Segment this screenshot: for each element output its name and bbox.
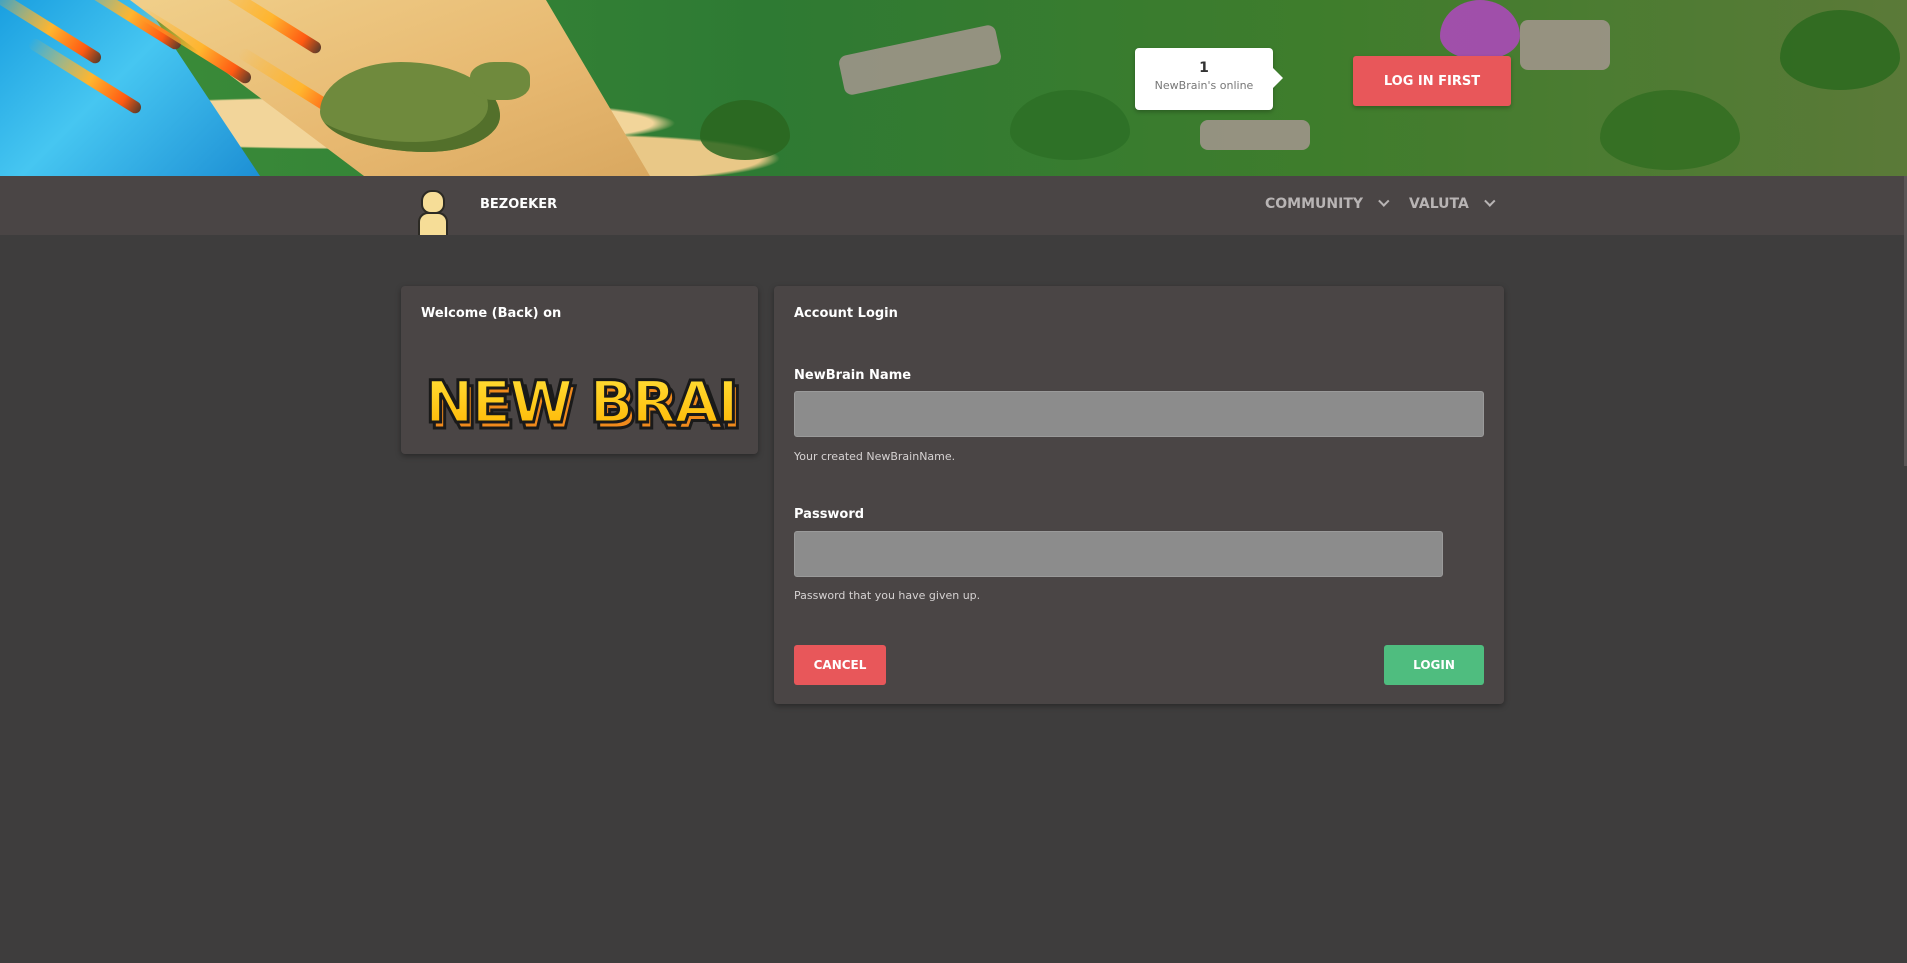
nav-menu-valuta[interactable]: VALUTA	[1409, 195, 1496, 212]
banner-foliage	[1010, 90, 1130, 160]
password-field-help: Password that you have given up.	[794, 589, 981, 602]
banner-egg-cluster	[1440, 0, 1520, 60]
login-first-button[interactable]: LOG IN FIRST	[1353, 56, 1511, 106]
login-title: Account Login	[794, 306, 898, 321]
nav-menu-label: COMMUNITY	[1265, 196, 1364, 212]
banner-stone	[837, 23, 1003, 97]
welcome-title: Welcome (Back) on	[421, 306, 562, 321]
nav-bar: BEZOEKER COMMUNITY VALUTA	[0, 176, 1907, 235]
avatar-icon	[416, 190, 450, 235]
nav-menu-community[interactable]: COMMUNITY	[1265, 195, 1390, 212]
chevron-down-icon	[1378, 195, 1390, 207]
online-count: 1	[1199, 60, 1209, 76]
banner-foliage	[1780, 10, 1900, 90]
name-field-label: NewBrain Name	[794, 368, 912, 383]
banner-stone	[1520, 20, 1610, 70]
welcome-card: Welcome (Back) on NEW BRAIN NEW BRAIN	[401, 286, 758, 454]
cancel-button[interactable]: CANCEL	[794, 645, 886, 685]
login-card: Account Login NewBrain Name Your created…	[774, 286, 1504, 704]
online-counter: 1 NewBrain's online	[1135, 48, 1283, 110]
login-button[interactable]: LOGIN	[1384, 645, 1484, 685]
chevron-down-icon	[1483, 195, 1496, 207]
banner-stone	[1200, 120, 1310, 150]
nav-menu-label: VALUTA	[1409, 196, 1469, 212]
banner-foliage	[700, 100, 790, 160]
new-brain-logo: NEW BRAIN NEW BRAIN	[424, 367, 740, 437]
banner-dinosaur	[320, 62, 530, 152]
online-label: NewBrain's online	[1154, 79, 1254, 92]
banner-foliage	[1600, 90, 1740, 170]
svg-text:NEW BRAIN: NEW BRAIN	[425, 368, 739, 436]
nav-user-label: BEZOEKER	[480, 197, 558, 212]
name-field-help: Your created NewBrainName.	[794, 450, 956, 463]
name-input[interactable]	[794, 391, 1484, 437]
password-input[interactable]	[794, 531, 1443, 577]
password-field-label: Password	[794, 507, 865, 522]
header-banner: 1 NewBrain's online LOG IN FIRST	[0, 0, 1907, 176]
